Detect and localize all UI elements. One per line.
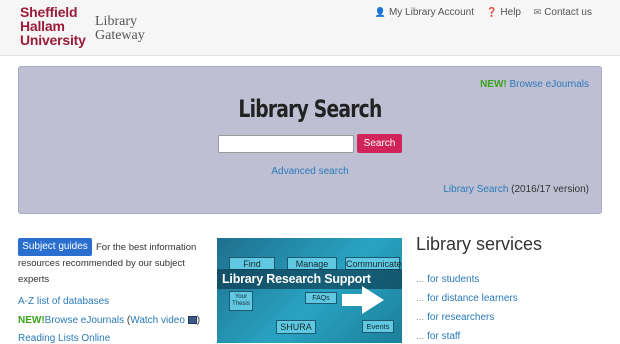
nav-help[interactable]: ❓ Help — [486, 7, 521, 18]
logo-line: University — [20, 32, 86, 48]
user-icon: 👤 — [374, 7, 386, 17]
envelope-icon: ✉ — [533, 7, 542, 17]
service-link[interactable]: for distance learners — [427, 293, 518, 304]
advanced-search-link[interactable]: Advanced search — [19, 166, 601, 177]
video-icon — [187, 316, 197, 324]
gateway-line: Library — [95, 14, 137, 29]
browse-ejournals-row: NEW!Browse eJournals (Watch video ) — [18, 315, 201, 326]
az-databases-link[interactable]: A-Z list of databases — [18, 296, 109, 307]
service-item[interactable]: ... for students — [416, 274, 479, 285]
question-icon: ❓ — [486, 7, 498, 17]
banner-thesis: Your Thesis — [229, 291, 253, 311]
old-library-search: Library Search (2016/17 version) — [443, 184, 589, 195]
gateway-line: Gateway — [95, 28, 145, 43]
subject-guides-button[interactable]: Subject guides — [18, 238, 92, 256]
search-title: Library Search — [238, 95, 382, 123]
new-badge: NEW! — [480, 79, 507, 90]
browse-ejournals-link[interactable]: Browse eJournals — [45, 315, 124, 326]
old-version-label: (2016/17 version) — [508, 184, 589, 195]
banner-shura: SHURA — [276, 320, 316, 334]
service-link[interactable]: for researchers — [427, 312, 494, 323]
old-library-search-link[interactable]: Library Search — [443, 184, 508, 195]
logo-line: Sheffield — [20, 4, 78, 20]
service-link[interactable]: for staff — [427, 331, 460, 342]
service-link[interactable]: for students — [427, 274, 479, 285]
reading-lists-link[interactable]: Reading Lists Online — [18, 333, 110, 344]
banner-events: Events — [362, 320, 394, 333]
logo-line: Hallam — [20, 18, 65, 34]
library-gateway-logo[interactable]: Library Gateway — [95, 15, 145, 43]
banner-faqs: FAQs — [305, 292, 337, 304]
library-services-title: Library services — [416, 234, 543, 254]
site-header: Sheffield Hallam University Library Gate… — [0, 0, 620, 56]
new-ejournals-link[interactable]: NEW! Browse eJournals — [480, 79, 589, 90]
nav-contact[interactable]: ✉ Contact us — [534, 7, 592, 18]
banner-title: Library Research Support — [222, 272, 371, 286]
watch-video-link[interactable]: Watch video — [130, 315, 185, 326]
new-badge: NEW! — [18, 315, 45, 326]
arrow-icon — [342, 294, 364, 306]
library-search-panel: NEW! Browse eJournals Library Search Sea… — [18, 66, 602, 214]
search-input[interactable] — [218, 135, 354, 153]
university-logo[interactable]: Sheffield Hallam University — [20, 5, 86, 47]
research-support-banner[interactable]: Find Manage Communicate Library Research… — [217, 238, 402, 343]
search-button[interactable]: Search — [357, 134, 402, 153]
nav-my-account[interactable]: 👤 My Library Account — [375, 7, 474, 18]
service-item[interactable]: ... for staff — [416, 331, 460, 342]
browse-ejournals-label: Browse eJournals — [509, 79, 589, 90]
arrow-head-icon — [362, 286, 384, 314]
service-item[interactable]: ... for researchers — [416, 312, 494, 323]
service-item[interactable]: ... for distance learners — [416, 293, 518, 304]
